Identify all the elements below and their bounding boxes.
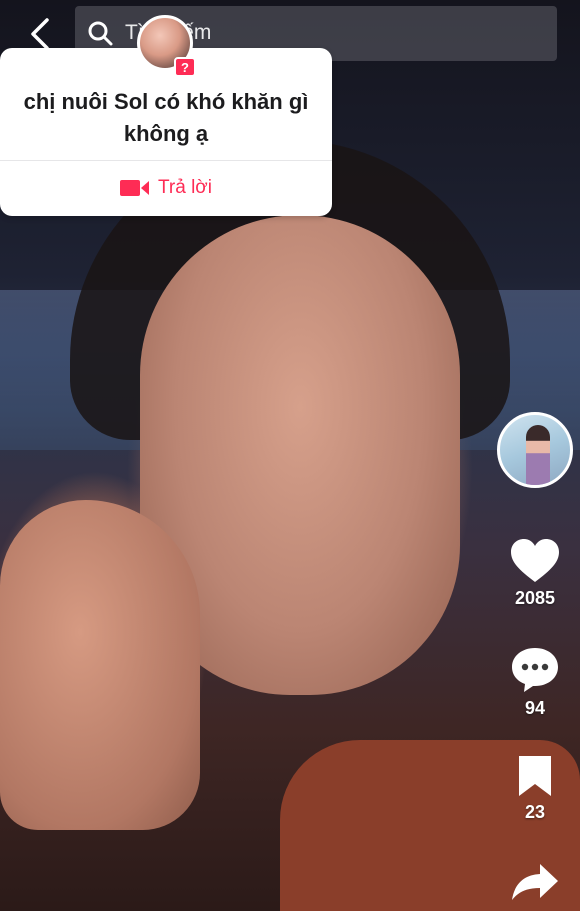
share-button[interactable] [500,862,570,902]
avatar-photo [526,425,550,485]
question-card[interactable]: chị nuôi Sol có khó khăn gì không ạ Trả … [0,48,332,216]
like-count: 2085 [514,588,556,608]
video-camera-icon [120,180,149,196]
divider [0,160,332,161]
save-button[interactable]: 23 [500,754,570,823]
search-icon [88,21,113,46]
save-count: 23 [524,802,546,822]
creator-avatar[interactable] [497,412,573,488]
video-subject-hand [0,500,200,830]
like-button[interactable]: 2085 [500,538,570,609]
question-text: chị nuôi Sol có khó khăn gì không ạ [23,89,309,146]
chevron-left-icon [31,18,49,50]
comment-count: 94 [524,698,546,718]
comment-icon [512,648,558,692]
bookmark-icon [519,756,551,796]
heart-icon [511,539,559,582]
question-badge: ? [174,57,196,77]
comment-button[interactable]: 94 [500,646,570,719]
share-arrow-icon [512,864,558,900]
reply-label: Trả lời [158,177,212,198]
reply-button[interactable]: Trả lời [0,164,332,212]
